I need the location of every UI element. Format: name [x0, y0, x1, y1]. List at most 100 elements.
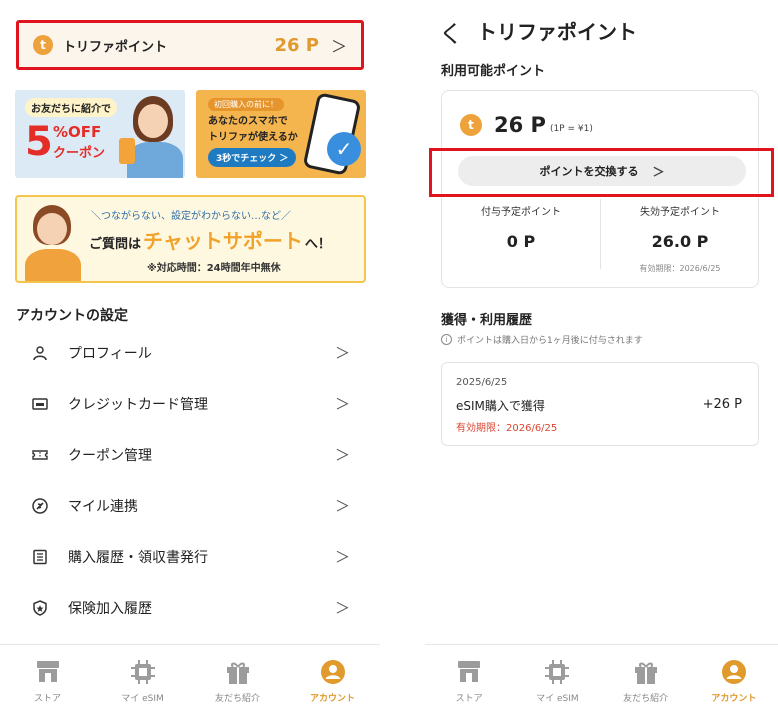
banner-friend-top: お友だちに紹介で — [25, 98, 117, 117]
chip-icon — [544, 659, 570, 685]
check-button[interactable]: 3秒でチェック ＞ — [208, 148, 297, 167]
menu-item-label: クレジットカード管理 — [68, 396, 208, 413]
menu-item-insurance[interactable]: 保険加入履歴 ＞ — [0, 582, 380, 633]
history-title: 獲得・利用履歴 — [441, 313, 533, 328]
history-description: eSIM購入で獲得 — [456, 399, 545, 413]
bottom-tab-bar: ストア マイ eSIM 友だち紹介 アカウント — [0, 644, 380, 720]
chat-support-banner[interactable]: ＼つながらない、設定がわからない…など／ ご質問は チャットサポート へ！ ※対… — [15, 195, 366, 283]
points-summary-row[interactable]: t トリファポイント 26 P ＞ — [16, 20, 364, 70]
tab-label: マイ eSIM — [536, 694, 579, 704]
menu-item-label: プロフィール — [68, 345, 152, 362]
chip-icon — [130, 659, 156, 685]
menu-item-purchase-history[interactable]: 購入履歴・領収書発行 ＞ — [0, 531, 380, 582]
store-icon — [456, 659, 482, 685]
back-chevron-icon[interactable]: く — [439, 14, 463, 49]
credit-card-icon — [30, 394, 50, 414]
coin-icon: t — [33, 35, 53, 55]
banner-chat-post: へ！ — [304, 237, 331, 252]
banner-friend-coupon: クーポン — [53, 146, 106, 161]
history-note: i ポイントは購入日から1ヶ月後に付与されます — [441, 333, 643, 346]
banner-chat-pre: ご質問は — [89, 237, 142, 252]
tab-referral[interactable]: 友だち紹介 — [190, 645, 285, 720]
chevron-right-icon: ＞ — [334, 446, 350, 464]
account-settings-title: アカウントの設定 — [16, 308, 128, 324]
expiring-points: 失効予定ポイント 26.0 P 有効期限：2026/6/25 — [601, 203, 759, 274]
tab-store[interactable]: ストア — [0, 645, 95, 720]
chevron-right-icon: ＞ — [330, 37, 347, 56]
store-icon — [35, 659, 61, 685]
banner-first-small: 初回購入の前に！ — [208, 98, 284, 111]
history-expiry: 有効期限：2026/6/25 — [456, 423, 558, 434]
account-icon — [320, 659, 346, 685]
banner-friend-off: %OFF — [53, 123, 102, 141]
page-title: トリファポイント — [477, 20, 637, 44]
friend-referral-banner[interactable]: お友だちに紹介で 5 %OFF クーポン — [15, 90, 185, 178]
woman-illustration — [127, 96, 183, 178]
menu-item-label: 保険加入履歴 — [68, 600, 152, 617]
menu-item-label: クーポン管理 — [68, 447, 152, 464]
pending-points-label: 付与予定ポイント — [481, 207, 561, 218]
chevron-right-icon: ＞ — [334, 548, 350, 566]
menu-item-coupon[interactable]: クーポン管理 ＞ — [0, 429, 380, 480]
points-total: t 26 P (1P = ¥1) — [460, 113, 593, 137]
points-screen: く トリファポイント 利用可能ポイント t 26 P (1P = ¥1) 付与予… — [425, 0, 778, 720]
points-rate: (1P = ¥1) — [549, 124, 593, 134]
history-date: 2025/6/25 — [456, 377, 508, 388]
account-icon — [721, 659, 747, 685]
tab-my-esim[interactable]: マイ eSIM — [513, 645, 601, 720]
receipt-icon — [30, 547, 50, 567]
banner-chat-headline: ご質問は チャットサポート へ！ — [89, 225, 331, 254]
tab-my-esim[interactable]: マイ eSIM — [95, 645, 190, 720]
menu-item-profile[interactable]: プロフィール ＞ — [0, 327, 380, 378]
banner-first-line1: あなたのスマホで — [208, 116, 288, 127]
history-amount: +26 P — [702, 397, 742, 412]
tab-label: マイ eSIM — [121, 694, 164, 704]
account-menu: プロフィール ＞ クレジットカード管理 ＞ クーポン管理 ＞ マイル連携 ＞ 購… — [0, 327, 380, 633]
tab-label: アカウント — [711, 694, 757, 704]
exchange-points-button[interactable]: ポイントを交換する ＞ — [458, 156, 746, 186]
phone-icon — [119, 138, 135, 164]
support-woman-illustration — [25, 205, 81, 281]
account-screen: t トリファポイント 26 P ＞ お友だちに紹介で 5 %OFF クーポン 初… — [0, 0, 380, 720]
expiring-points-label: 失効予定ポイント — [640, 207, 720, 218]
tab-store[interactable]: ストア — [425, 645, 513, 720]
info-icon: i — [441, 334, 452, 345]
airplane-icon — [30, 496, 50, 516]
check-icon: ✓ — [327, 132, 361, 166]
bottom-tab-bar: ストア マイ eSIM 友だち紹介 アカウント — [425, 644, 778, 720]
pending-points: 付与予定ポイント 0 P — [442, 203, 600, 251]
history-entry[interactable]: 2025/6/25 eSIM購入で獲得 有効期限：2026/6/25 +26 P — [441, 362, 759, 446]
tab-account[interactable]: アカウント — [285, 645, 380, 720]
person-icon — [30, 343, 50, 363]
ticket-icon — [30, 445, 50, 465]
tab-label: アカウント — [309, 694, 355, 704]
exchange-button-label: ポイントを交換する — [539, 165, 639, 178]
expiring-points-date: 有効期限：2026/6/25 — [639, 264, 721, 273]
expiring-points-value: 26.0 P — [651, 232, 709, 251]
pending-points-value: 0 P — [506, 232, 536, 251]
points-value: 26 P — [274, 34, 319, 56]
tab-label: 友だち紹介 — [214, 694, 260, 704]
tab-label: 友だち紹介 — [623, 694, 669, 704]
banner-first-line2: トリファが使えるか — [208, 132, 298, 143]
coin-icon: t — [460, 114, 482, 136]
menu-item-label: マイル連携 — [68, 498, 138, 515]
chevron-right-icon: ＞ — [334, 344, 350, 362]
compatibility-check-banner[interactable]: 初回購入の前に！ あなたのスマホで トリファが使えるか 3秒でチェック ＞ ✓ — [196, 90, 366, 178]
points-label: トリファポイント — [63, 39, 168, 55]
menu-item-credit-card[interactable]: クレジットカード管理 ＞ — [0, 378, 380, 429]
points-amount: 26 P — [494, 113, 546, 137]
tab-referral[interactable]: 友だち紹介 — [602, 645, 690, 720]
chevron-right-icon: ＞ — [652, 164, 665, 179]
menu-item-miles[interactable]: マイル連携 ＞ — [0, 480, 380, 531]
banner-friend-big: 5 — [25, 119, 53, 165]
tab-account[interactable]: アカウント — [690, 645, 778, 720]
tab-label: ストア — [33, 694, 61, 704]
banner-chat-highlight: チャットサポート — [143, 229, 303, 253]
shield-icon — [30, 598, 50, 618]
history-note-text: ポイントは購入日から1ヶ月後に付与されます — [457, 336, 643, 346]
banner-chat-note: ※対応時間：24時間年中無休 — [147, 263, 281, 274]
menu-item-label: 購入履歴・領収書発行 — [68, 549, 208, 566]
available-points-label: 利用可能ポイント — [441, 64, 546, 79]
banner-chat-top: ＼つながらない、設定がわからない…など／ — [91, 211, 291, 222]
